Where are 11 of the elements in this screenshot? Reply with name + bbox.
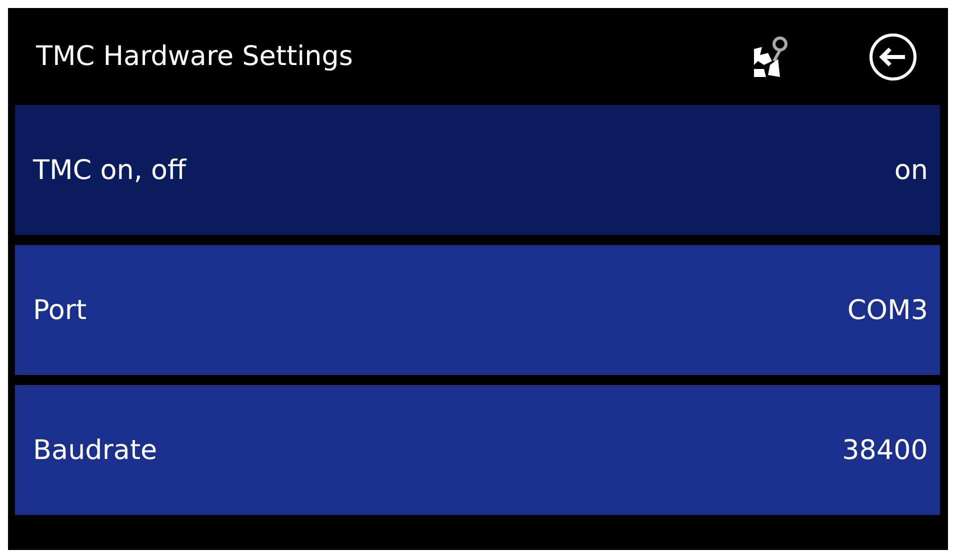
setting-row[interactable]: Port COM3: [15, 245, 940, 375]
setting-label: Baudrate: [33, 434, 158, 466]
window-title: TMC Hardware Settings: [36, 41, 354, 72]
setting-value: COM3: [847, 294, 928, 326]
setting-label: Port: [33, 294, 87, 326]
setting-value: on: [894, 154, 928, 186]
setting-value: 38400: [842, 434, 928, 466]
setting-label: TMC on, off: [33, 154, 186, 186]
setting-row[interactable]: TMC on, off on: [15, 105, 940, 235]
setting-row[interactable]: Baudrate 38400: [15, 385, 940, 515]
back-icon[interactable]: [868, 32, 918, 82]
